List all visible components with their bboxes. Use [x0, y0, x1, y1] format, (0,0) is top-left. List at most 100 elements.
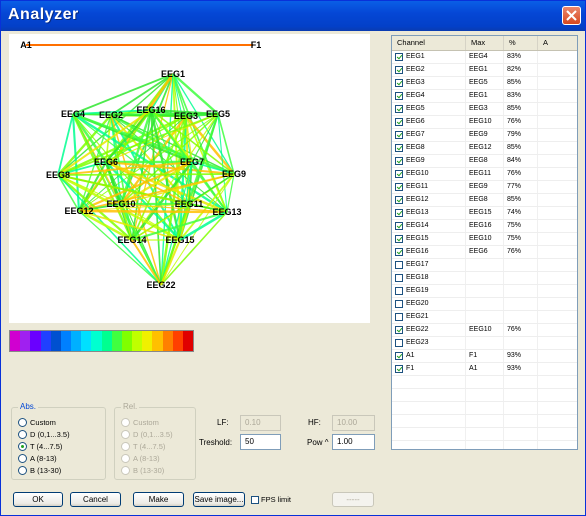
table-row[interactable]: EEG1 EEG4 83% [392, 51, 577, 64]
table-row[interactable]: EEG18 [392, 272, 577, 285]
table-row[interactable]: EEG16 EEG6 76% [392, 246, 577, 259]
column-header-a[interactable]: A [538, 36, 577, 50]
table-row[interactable]: EEG5 EEG3 85% [392, 103, 577, 116]
column-header-max[interactable]: Max [466, 36, 504, 50]
channel-checkbox[interactable] [395, 300, 403, 308]
channel-checkbox[interactable] [395, 326, 403, 334]
channel-checkbox[interactable] [395, 144, 403, 152]
radio-circle[interactable] [18, 418, 27, 427]
table-row[interactable]: EEG15 EEG10 75% [392, 233, 577, 246]
channel-checkbox[interactable] [395, 53, 403, 61]
channel-checkbox[interactable] [395, 274, 403, 282]
a-cell [538, 168, 577, 180]
table-row[interactable]: EEG6 EEG10 76% [392, 116, 577, 129]
column-header-percent[interactable]: % [504, 36, 538, 50]
abs-radio-4[interactable]: B (13-30) [18, 466, 61, 475]
channel-checkbox[interactable] [395, 157, 403, 165]
channel-checkbox[interactable] [395, 196, 403, 204]
node-label-eeg4: EEG4 [61, 109, 85, 119]
table-row[interactable]: EEG8 EEG12 85% [392, 142, 577, 155]
table-row[interactable]: EEG11 EEG9 77% [392, 181, 577, 194]
lf-input[interactable]: 0.10 [240, 415, 281, 431]
node-label-eeg10: EEG10 [106, 199, 135, 209]
threshold-input[interactable]: 50 [240, 434, 281, 450]
radio-circle[interactable] [18, 466, 27, 475]
table-row[interactable]: EEG19 [392, 285, 577, 298]
channel-checkbox[interactable] [395, 352, 403, 360]
channel-checkbox[interactable] [395, 287, 403, 295]
table-row[interactable]: EEG21 [392, 311, 577, 324]
table-row[interactable]: EEG10 EEG11 76% [392, 168, 577, 181]
channel-checkbox[interactable] [395, 209, 403, 217]
a-cell [538, 116, 577, 128]
abs-radio-2[interactable]: T (4...7.5) [18, 442, 62, 451]
radio-circle[interactable] [18, 442, 27, 451]
channel-checkbox[interactable] [395, 118, 403, 126]
table-row[interactable]: A1 F1 93% [392, 350, 577, 363]
fps-limit-checkbox[interactable]: FPS limit [251, 495, 291, 504]
connection-line [57, 173, 235, 176]
channel-table[interactable]: Channel Max % A EEG1 EEG4 83% EEG2 EEG1 82% EE… [391, 35, 578, 450]
channel-checkbox[interactable] [395, 261, 403, 269]
colorbar-swatch [121, 331, 133, 351]
abs-radio-0[interactable]: Custom [18, 418, 56, 427]
abs-radio-3[interactable]: A (8-13) [18, 454, 57, 463]
channel-checkbox[interactable] [395, 339, 403, 347]
channel-checkbox[interactable] [395, 365, 403, 373]
fps-limit-check-box[interactable] [251, 495, 259, 504]
table-row[interactable]: F1 A1 93% [392, 363, 577, 376]
table-row[interactable]: EEG4 EEG1 83% [392, 90, 577, 103]
percent-cell: 79% [504, 129, 538, 141]
channel-checkbox[interactable] [395, 92, 403, 100]
radio-circle[interactable] [18, 454, 27, 463]
close-icon [566, 10, 577, 21]
channel-checkbox[interactable] [395, 105, 403, 113]
save-image-button[interactable]: Save image... [193, 492, 245, 507]
radio-circle[interactable] [18, 430, 27, 439]
pow-input[interactable]: 1.00 [332, 434, 375, 450]
radio-circle [121, 430, 130, 439]
percent-cell: 76% [504, 246, 538, 258]
table-row[interactable]: EEG12 EEG8 85% [392, 194, 577, 207]
table-row[interactable]: EEG13 EEG15 74% [392, 207, 577, 220]
close-button[interactable] [562, 6, 581, 25]
column-header-channel[interactable]: Channel [392, 36, 466, 50]
table-row[interactable]: EEG17 [392, 259, 577, 272]
channel-checkbox[interactable] [395, 131, 403, 139]
colorbar-swatch [71, 331, 82, 351]
channel-cell: EEG18 [392, 272, 466, 284]
a-cell [538, 337, 577, 349]
table-row[interactable]: EEG9 EEG8 84% [392, 155, 577, 168]
table-row[interactable]: EEG3 EEG5 85% [392, 77, 577, 90]
channel-name: EEG18 [406, 274, 429, 281]
channel-checkbox[interactable] [395, 183, 403, 191]
channel-name: EEG12 [406, 196, 429, 203]
table-row[interactable]: EEG20 [392, 298, 577, 311]
channel-checkbox[interactable] [395, 222, 403, 230]
table-row[interactable]: EEG23 [392, 337, 577, 350]
table-row[interactable]: EEG22 EEG10 76% [392, 324, 577, 337]
node-label-eeg7: EEG7 [180, 157, 204, 167]
make-button[interactable]: Make [133, 492, 184, 507]
ok-button[interactable]: OK [13, 492, 63, 507]
colorbar-swatch [142, 331, 153, 351]
table-row[interactable]: EEG2 EEG1 82% [392, 64, 577, 77]
title-bar[interactable]: Analyzer [1, 1, 585, 31]
channel-checkbox[interactable] [395, 235, 403, 243]
lf-label: LF: [217, 418, 229, 427]
cancel-button[interactable]: Cancel [70, 492, 121, 507]
table-row[interactable]: EEG7 EEG9 79% [392, 129, 577, 142]
hf-input[interactable]: 10.00 [332, 415, 375, 431]
channel-checkbox[interactable] [395, 79, 403, 87]
channel-checkbox[interactable] [395, 170, 403, 178]
abs-radio-1[interactable]: D (0,1...3.5) [18, 430, 70, 439]
a-cell [538, 285, 577, 297]
channel-name: A1 [406, 352, 415, 359]
channel-checkbox[interactable] [395, 313, 403, 321]
table-row[interactable]: EEG14 EEG16 75% [392, 220, 577, 233]
channel-checkbox[interactable] [395, 66, 403, 74]
percent-cell: 76% [504, 168, 538, 180]
max-cell: EEG10 [466, 233, 504, 245]
channel-checkbox[interactable] [395, 248, 403, 256]
a-cell [538, 155, 577, 167]
